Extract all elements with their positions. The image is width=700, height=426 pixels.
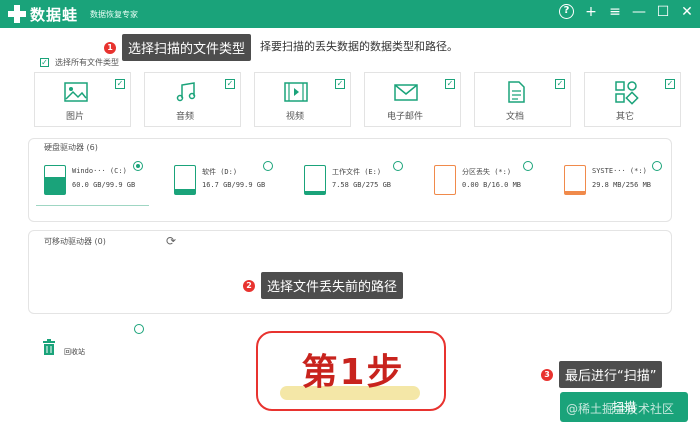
maximize-icon[interactable]: ☐ — [656, 5, 670, 19]
file-type-audio[interactable]: ✓ 音频 — [144, 72, 241, 127]
callout-label: 选择扫描的文件类型 — [122, 34, 252, 61]
step-badge: 第1步 — [256, 331, 446, 411]
drive-item[interactable]: 工作文件 (E:) 7.58 GB/275 GB — [304, 165, 424, 215]
removable-drive-title: 可移动驱动器 (0) — [44, 237, 106, 246]
music-icon — [176, 82, 196, 102]
drive-icon — [174, 165, 196, 195]
file-type-label: 电子邮件 — [386, 112, 423, 122]
recycle-bin-label: 回收站 — [64, 348, 85, 356]
drive-item[interactable]: Windo··· (C:) 60.0 GB/99.9 GB — [44, 165, 164, 215]
file-type-video[interactable]: ✓ 视频 — [254, 72, 351, 127]
checkbox-icon[interactable]: ✓ — [445, 79, 455, 89]
drive-name: Windo··· (C:) — [72, 167, 127, 175]
title-bar: 数据蛙 数据恢复专家 ? + ≡ — ☐ ✕ — [0, 0, 700, 28]
checkbox-icon[interactable]: ✓ — [555, 79, 565, 89]
trash-icon[interactable] — [42, 339, 56, 355]
callout-2: 2 选择文件丢失前的路径 — [243, 272, 404, 299]
drive-usage-fill — [305, 190, 325, 194]
file-type-label: 文档 — [505, 112, 524, 122]
file-type-image[interactable]: ✓ 图片 — [34, 72, 131, 127]
drive-size: 0.00 B/16.0 MB — [462, 181, 522, 189]
drive-item[interactable]: 软件 (D:) 16.7 GB/99.9 GB — [174, 165, 294, 215]
drive-item[interactable]: SYSTE··· (*:) 29.8 MB/256 MB — [564, 165, 684, 215]
select-all-label: 选择所有文件类型 — [55, 58, 119, 67]
callout-label: 最后进行“扫描” — [559, 361, 663, 388]
plus-icon[interactable]: + — [584, 5, 598, 19]
video-icon — [284, 82, 308, 102]
checkbox-icon[interactable]: ✓ — [225, 79, 235, 89]
watermark-text: @稀土掘金技术社区 — [566, 402, 675, 416]
drive-radio[interactable] — [652, 161, 662, 171]
drive-radio[interactable] — [523, 161, 533, 171]
checkbox-icon[interactable]: ✓ — [115, 79, 125, 89]
recycle-bin-radio[interactable] — [134, 324, 144, 334]
select-all-types[interactable]: ✓ 选择所有文件类型 — [40, 57, 119, 68]
app-brand: 数据蛙 — [30, 6, 79, 24]
drive-size: 29.8 MB/256 MB — [592, 181, 652, 189]
image-icon — [64, 82, 88, 102]
drive-size: 7.58 GB/275 GB — [332, 181, 392, 189]
refresh-icon[interactable]: ⟳ — [164, 234, 178, 248]
drive-icon — [564, 165, 586, 195]
callout-1: 1 选择扫描的文件类型 — [104, 34, 252, 61]
checkbox-icon[interactable]: ✓ — [665, 79, 675, 89]
other-icon — [615, 81, 639, 105]
app-subtitle: 数据恢复专家 — [90, 10, 138, 19]
document-icon — [508, 81, 525, 103]
file-type-label: 其它 — [615, 112, 634, 122]
callout-3: 3 最后进行“扫描” — [541, 361, 663, 388]
help-icon[interactable]: ? — [559, 4, 574, 19]
email-icon — [394, 84, 418, 101]
menu-icon[interactable]: ≡ — [608, 5, 622, 19]
callout-label: 选择文件丢失前的路径 — [261, 272, 404, 299]
checkbox-icon[interactable]: ✓ — [40, 58, 49, 67]
hard-drive-title: 硬盘驱动器 (6) — [44, 143, 98, 152]
drive-radio[interactable] — [133, 161, 143, 171]
drive-usage-fill — [565, 190, 585, 194]
drive-usage-fill — [175, 189, 195, 194]
close-icon[interactable]: ✕ — [680, 5, 694, 19]
callout-number: 1 — [104, 41, 116, 54]
file-type-list: ✓ 图片 ✓ 音频 ✓ 视频 ✓ 电子邮件 ✓ 文档 ✓ 其它 — [34, 72, 681, 127]
drive-radio[interactable] — [393, 161, 403, 171]
file-type-label: 音频 — [175, 112, 194, 122]
callout-number: 3 — [541, 368, 553, 381]
drive-name: SYSTE··· (*:) — [592, 167, 647, 175]
drive-name: 软件 (D:) — [202, 168, 238, 176]
selected-drive-underline — [36, 205, 149, 206]
minimize-icon[interactable]: — — [632, 5, 646, 19]
drive-icon — [44, 165, 66, 195]
drive-size: 16.7 GB/99.9 GB — [202, 181, 266, 189]
checkbox-icon[interactable]: ✓ — [335, 79, 345, 89]
file-type-other[interactable]: ✓ 其它 — [584, 72, 681, 127]
drive-name: 工作文件 (E:) — [332, 168, 382, 176]
drive-usage-fill — [45, 177, 65, 194]
file-type-document[interactable]: ✓ 文档 — [474, 72, 571, 127]
file-type-label: 图片 — [65, 112, 84, 122]
drive-radio[interactable] — [263, 161, 273, 171]
drive-item[interactable]: 分区丢失 (*:) 0.00 B/16.0 MB — [434, 165, 554, 215]
step-text: 第1步 — [301, 352, 405, 393]
drive-icon — [304, 165, 326, 195]
file-type-label: 视频 — [285, 112, 304, 122]
drive-icon — [434, 165, 456, 195]
callout-number: 2 — [243, 279, 255, 292]
file-type-email[interactable]: ✓ 电子邮件 — [364, 72, 461, 127]
app-logo-icon — [8, 5, 26, 23]
drive-size: 60.0 GB/99.9 GB — [72, 181, 136, 189]
drive-name: 分区丢失 (*:) — [462, 168, 512, 176]
instruction-text: 择要扫描的丢失数据的数据类型和路径。 — [260, 40, 458, 53]
